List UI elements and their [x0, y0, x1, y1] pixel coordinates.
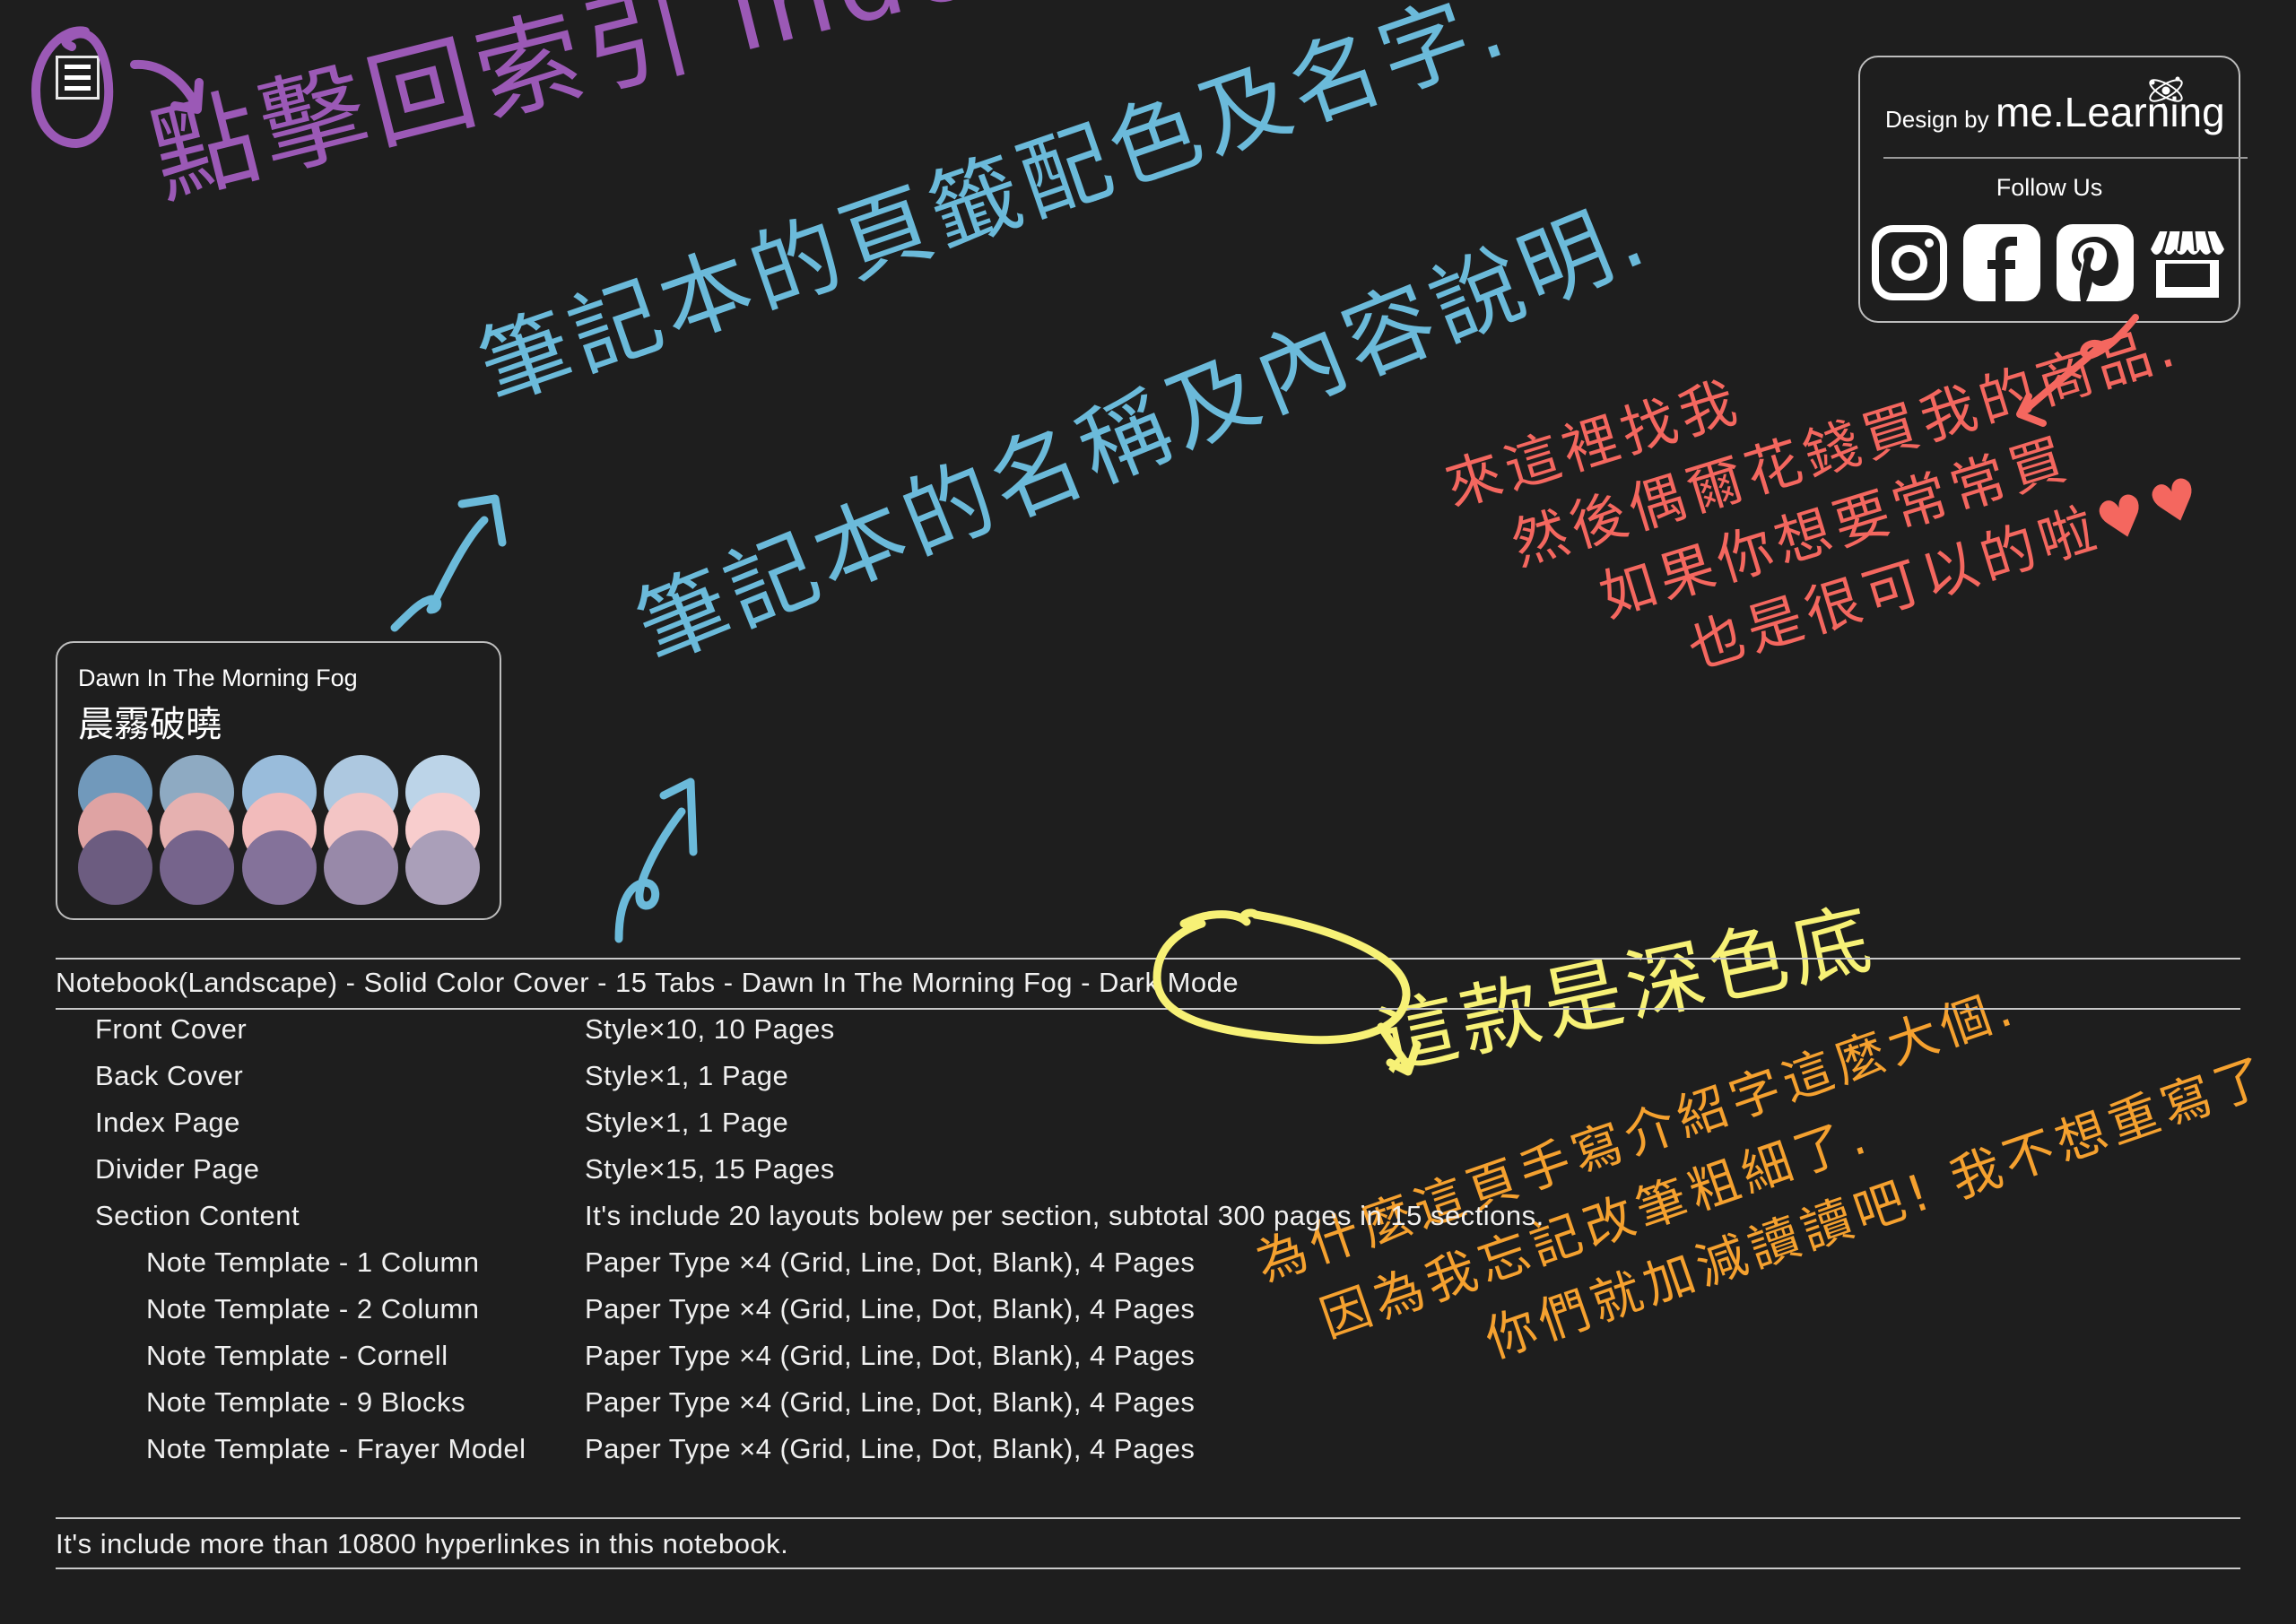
spec-row-value: Paper Type ×4 (Grid, Line, Dot, Blank), …: [585, 1246, 1196, 1278]
follow-us-label: Follow Us: [1996, 174, 2103, 201]
spec-row-value: Style×10, 10 Pages: [585, 1013, 835, 1045]
blue-arrow-tabs: [390, 494, 507, 632]
spec-row-value: Paper Type ×4 (Grid, Line, Dot, Blank), …: [585, 1386, 1196, 1418]
design-by-label: Design by: [1885, 106, 1989, 133]
divider-line: [56, 1517, 2240, 1519]
color-swatch: [405, 830, 480, 905]
spec-row-label: Note Template - 1 Column: [146, 1246, 480, 1278]
hyperlink-count-note: It's include more than 10800 hyperlinkes…: [56, 1528, 789, 1559]
menu-bar: [65, 75, 91, 80]
color-swatch: [242, 830, 317, 905]
palette-name-en: Dawn In The Morning Fog: [78, 664, 358, 691]
color-swatch: [160, 830, 234, 905]
spec-row-value: Paper Type ×4 (Grid, Line, Dot, Blank), …: [585, 1293, 1196, 1324]
hamburger-menu-icon: [65, 65, 91, 69]
atom-icon: [2149, 76, 2183, 109]
spec-row-value: Paper Type ×4 (Grid, Line, Dot, Blank), …: [585, 1340, 1196, 1371]
spec-row-value: Style×1, 1 Page: [585, 1107, 789, 1138]
divider-line: [56, 958, 2240, 960]
divider-line: [56, 1568, 2240, 1569]
spec-row-label: Note Template - Frayer Model: [146, 1433, 526, 1464]
brand-divider: [1883, 157, 2248, 159]
facebook-icon[interactable]: [1963, 224, 2040, 301]
spec-row-label: Divider Page: [95, 1153, 260, 1185]
pinterest-icon[interactable]: [2057, 224, 2134, 301]
menu-bar: [65, 86, 91, 91]
spec-row-value: It's include 20 layouts bolew per sectio…: [585, 1200, 1544, 1231]
notebook-title: Notebook(Landscape) - Solid Color Cover …: [56, 967, 1239, 998]
spec-row-value: Paper Type ×4 (Grid, Line, Dot, Blank), …: [585, 1433, 1196, 1464]
divider-line: [56, 1008, 2240, 1010]
spec-row-value: Style×1, 1 Page: [585, 1060, 789, 1091]
palette-name-zh: 晨霧破曉: [78, 704, 222, 745]
spec-row-label: Note Template - 2 Column: [146, 1293, 480, 1324]
spec-row-label: Section Content: [95, 1200, 300, 1231]
storefront-icon[interactable]: [2149, 224, 2226, 301]
instagram-icon[interactable]: [1871, 224, 1948, 301]
brand-name: me.Learning: [1996, 89, 2225, 135]
index-menu-button[interactable]: [56, 56, 100, 100]
spec-row-label: Back Cover: [95, 1060, 244, 1091]
spec-row-label: Note Template - Cornell: [146, 1340, 448, 1371]
spec-row-label: Note Template - 9 Blocks: [146, 1386, 466, 1418]
spec-row-value: Style×15, 15 Pages: [585, 1153, 835, 1185]
blue-arrow-name: [614, 777, 698, 943]
spec-row-label: Index Page: [95, 1107, 240, 1138]
spec-row-label: Front Cover: [95, 1013, 248, 1045]
color-swatch: [78, 830, 152, 905]
color-swatch: [324, 830, 398, 905]
